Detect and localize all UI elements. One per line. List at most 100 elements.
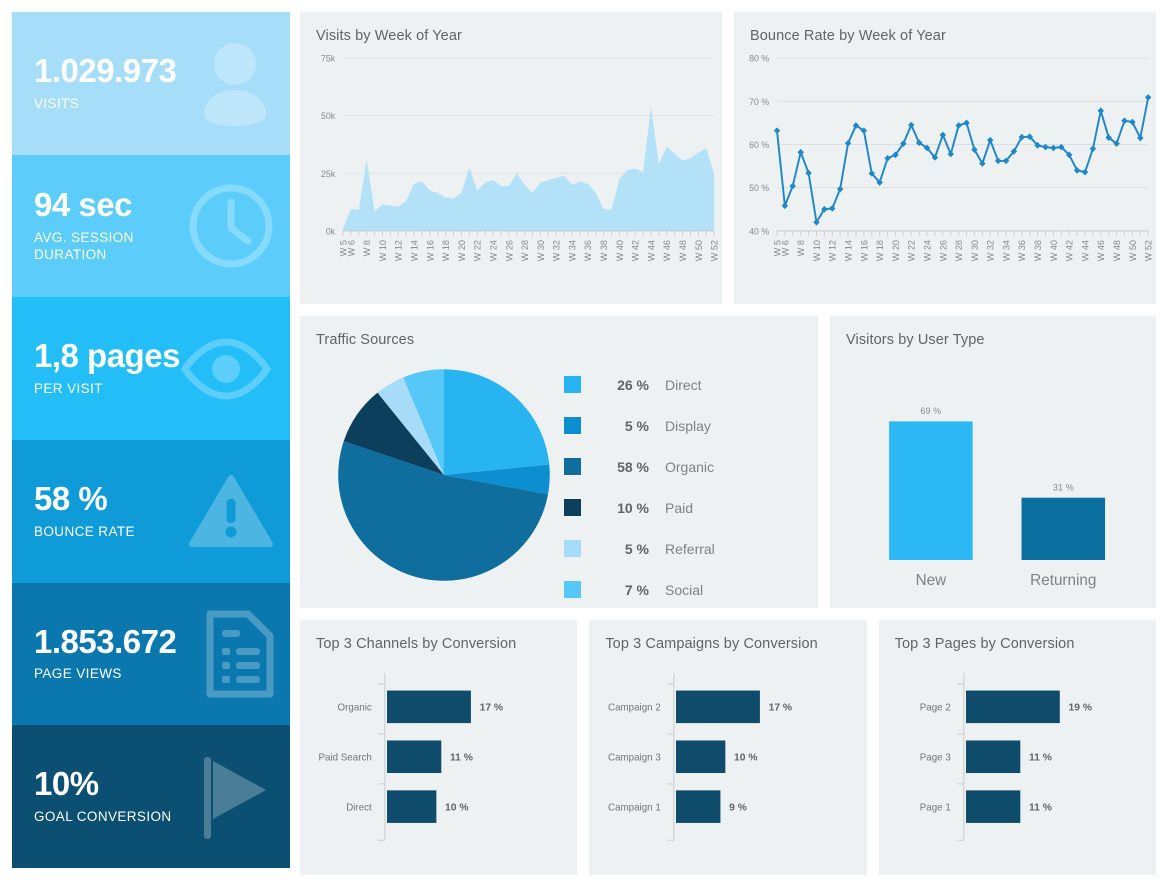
legend-swatch-icon bbox=[564, 376, 581, 393]
svg-text:W 44: W 44 bbox=[647, 240, 657, 261]
svg-text:Campaign 2: Campaign 2 bbox=[608, 703, 661, 714]
svg-text:80 %: 80 % bbox=[749, 54, 769, 64]
svg-text:W 52: W 52 bbox=[1144, 240, 1154, 261]
svg-text:Direct: Direct bbox=[346, 802, 372, 813]
svg-text:W 36: W 36 bbox=[583, 240, 593, 261]
svg-text:Page 2: Page 2 bbox=[919, 703, 950, 714]
svg-text:W 30: W 30 bbox=[536, 240, 546, 261]
svg-text:W 18: W 18 bbox=[441, 240, 451, 261]
legend-label: Direct bbox=[665, 376, 702, 393]
card-top3-pages[interactable]: Top 3 Pages by Conversion Page 2 19 % Page… bbox=[878, 620, 1156, 875]
legend-item[interactable]: 10 % Paid bbox=[564, 487, 794, 528]
svg-text:W 42: W 42 bbox=[1065, 240, 1075, 261]
campaigns-hbar-chart[interactable]: Campaign 2 17 % Campaign 3 10 % Campaign 1 9 … bbox=[589, 658, 866, 875]
kpi-tile-visits[interactable]: 1.029.973 VISITS bbox=[12, 12, 290, 155]
legend-item[interactable]: 5 % Referral bbox=[564, 528, 794, 569]
svg-text:17 %: 17 % bbox=[769, 703, 793, 714]
svg-text:W 20: W 20 bbox=[891, 240, 901, 261]
svg-text:25k: 25k bbox=[321, 169, 336, 179]
kpi-tile-avg-session-duration[interactable]: 94 sec AVG. SESSION DURATION bbox=[12, 154, 290, 298]
svg-text:W 50: W 50 bbox=[694, 240, 704, 261]
card-top3-campaigns[interactable]: Top 3 Campaigns by Conversion Campaign 2… bbox=[589, 620, 867, 875]
svg-text:W 18: W 18 bbox=[875, 240, 885, 261]
row-top3-charts: Top 3 Channels by Conversion Organic 17 %… bbox=[300, 620, 1156, 875]
legend-swatch-icon bbox=[564, 458, 581, 475]
card-title-channels: Top 3 Channels by Conversion bbox=[316, 636, 517, 652]
svg-text:75k: 75k bbox=[321, 54, 336, 64]
svg-text:W 28: W 28 bbox=[954, 240, 964, 261]
legend-label: Referral bbox=[665, 540, 715, 557]
svg-text:31 %: 31 % bbox=[1053, 482, 1074, 492]
svg-text:W 40: W 40 bbox=[615, 240, 625, 261]
kpi-tile-page-views[interactable]: 1.853.672 PAGE VIEWS bbox=[12, 582, 290, 726]
kpi-tile-per-visit[interactable]: 1,8 pages PER VISIT bbox=[12, 297, 290, 441]
card-traffic-sources[interactable]: Traffic Sources 26 % Direct 5 % Display 58 %… bbox=[300, 316, 818, 608]
svg-text:11 %: 11 % bbox=[1029, 753, 1052, 764]
svg-text:W 16: W 16 bbox=[859, 240, 869, 261]
clock-icon bbox=[188, 183, 274, 269]
legend-label: Organic bbox=[665, 458, 715, 475]
card-bounce-rate-by-week[interactable]: Bounce Rate by Week of Year 40 % 50 % 60 %… bbox=[734, 12, 1156, 304]
kpi-sidebar: 1.029.973 VISITS 94 sec AVG. SESSION DURATIO… bbox=[0, 0, 290, 880]
svg-text:11 %: 11 % bbox=[450, 753, 473, 764]
card-visits-by-week[interactable]: Visits by Week of Year 0k 25k 50k 75k W 5W 6… bbox=[300, 12, 722, 304]
card-title-bounce: Bounce Rate by Week of Year bbox=[750, 28, 946, 44]
card-top3-channels[interactable]: Top 3 Channels by Conversion Organic 17 %… bbox=[300, 620, 578, 875]
usertype-bar-chart[interactable]: 69 % New 31 % Returning bbox=[830, 368, 1156, 608]
legend-item[interactable]: 7 % Social bbox=[564, 569, 794, 608]
svg-text:11 %: 11 % bbox=[1029, 802, 1052, 813]
svg-text:W 10: W 10 bbox=[378, 240, 388, 261]
pages-hbar-chart[interactable]: Page 2 19 % Page 3 11 % Page 1 11 % bbox=[879, 658, 1156, 875]
eye-icon bbox=[178, 338, 274, 400]
svg-text:New: New bbox=[916, 572, 947, 589]
traffic-pie-chart[interactable] bbox=[314, 360, 574, 590]
svg-text:W 8: W 8 bbox=[362, 240, 372, 256]
svg-text:W 26: W 26 bbox=[504, 240, 514, 261]
svg-text:40 %: 40 % bbox=[749, 226, 769, 236]
card-visitors-by-user-type[interactable]: Visitors by User Type 69 % New 31 % Returni… bbox=[830, 316, 1156, 608]
legend-percent: 7 % bbox=[624, 581, 649, 598]
legend-label: Paid bbox=[665, 499, 694, 516]
legend-item[interactable]: 26 % Direct bbox=[564, 364, 794, 405]
svg-text:W 36: W 36 bbox=[1017, 240, 1027, 261]
card-title-visits: Visits by Week of Year bbox=[316, 28, 462, 44]
svg-text:W 32: W 32 bbox=[552, 240, 562, 261]
svg-text:W 14: W 14 bbox=[410, 240, 420, 261]
legend-percent: 5 % bbox=[624, 417, 649, 434]
svg-text:9 %: 9 % bbox=[729, 802, 747, 813]
svg-text:W 34: W 34 bbox=[568, 240, 578, 261]
svg-text:W 8: W 8 bbox=[796, 240, 806, 256]
user-icon bbox=[196, 40, 274, 127]
svg-text:Page 1: Page 1 bbox=[919, 802, 950, 813]
visits-area-chart[interactable]: 0k 25k 50k 75k W 5W 6W 8W 10 W 12 W 14 W 16 W 18… bbox=[300, 50, 722, 304]
svg-text:W 14: W 14 bbox=[844, 240, 854, 261]
card-title-usertype: Visitors by User Type bbox=[846, 332, 985, 348]
warning-icon bbox=[188, 473, 274, 549]
legend-percent: 5 % bbox=[624, 540, 649, 557]
svg-text:60 %: 60 % bbox=[749, 140, 769, 150]
svg-text:W 22: W 22 bbox=[473, 240, 483, 261]
svg-text:W 22: W 22 bbox=[907, 240, 917, 261]
svg-text:W 12: W 12 bbox=[828, 240, 838, 261]
svg-text:W 34: W 34 bbox=[1002, 240, 1012, 261]
svg-text:W 24: W 24 bbox=[489, 240, 499, 261]
svg-text:W 38: W 38 bbox=[1033, 240, 1043, 261]
channels-hbar-chart[interactable]: Organic 17 % Paid Search 11 % Direct 10 % bbox=[300, 658, 577, 875]
kpi-tile-goal-conversion[interactable]: 10% GOAL CONVERSION bbox=[12, 725, 290, 869]
legend-item[interactable]: 58 % Organic bbox=[564, 446, 794, 487]
svg-text:Paid Search: Paid Search bbox=[319, 753, 372, 764]
legend-swatch-icon bbox=[564, 417, 581, 434]
svg-text:W 6: W 6 bbox=[346, 240, 356, 256]
svg-text:Organic: Organic bbox=[338, 703, 372, 714]
legend-label: Social bbox=[665, 581, 704, 598]
analytics-dashboard: 1.029.973 VISITS 94 sec AVG. SESSION DURATIO… bbox=[0, 0, 1168, 880]
svg-text:W 46: W 46 bbox=[662, 240, 672, 261]
legend-item[interactable]: 5 % Display bbox=[564, 405, 794, 446]
bounce-line-chart[interactable]: 40 % 50 % 60 % 70 % 80 % W 5W 6W 8W 10 W 12 W 1… bbox=[734, 50, 1156, 304]
svg-text:W 6: W 6 bbox=[780, 240, 790, 256]
legend-percent: 26 % bbox=[617, 376, 649, 393]
card-title-traffic: Traffic Sources bbox=[316, 332, 415, 348]
document-icon bbox=[202, 610, 274, 698]
svg-text:W 12: W 12 bbox=[394, 240, 404, 261]
kpi-tile-bounce-rate[interactable]: 58 % BOUNCE RATE bbox=[12, 440, 290, 583]
